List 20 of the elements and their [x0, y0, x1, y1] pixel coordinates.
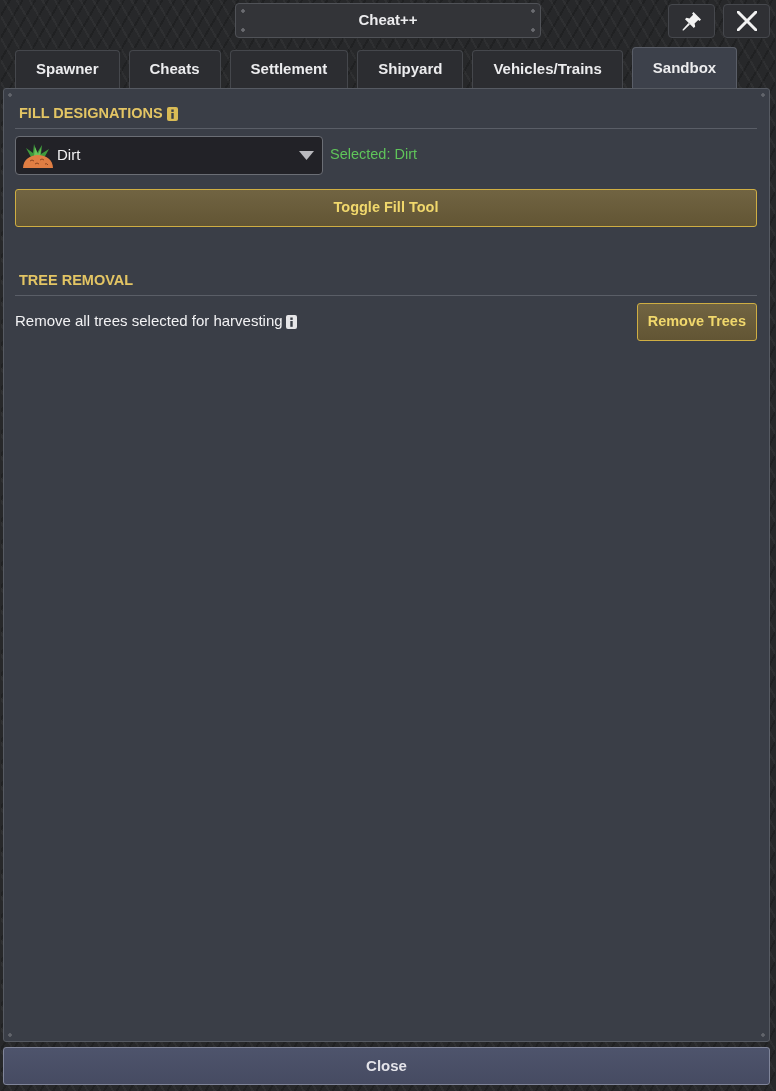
tab[interactable]: Shipyard: [357, 50, 464, 88]
remove-trees-button[interactable]: Remove Trees: [636, 302, 757, 341]
toggle-fill-button[interactable]: Toggle Fill Tool: [15, 188, 757, 227]
caret-icon: [299, 150, 314, 160]
tab[interactable]: Settlement: [229, 50, 349, 88]
section-heading: FILL DESIGNATIONS: [19, 104, 163, 123]
close-button[interactable]: [723, 4, 770, 38]
tab[interactable]: Sandbox: [631, 47, 738, 88]
pin-icon: [681, 11, 702, 31]
material-dropdown[interactable]: Dirt: [15, 135, 323, 175]
tab[interactable]: Cheats: [128, 50, 221, 88]
description-text: Remove all trees selected for harvesting: [15, 311, 283, 332]
close-window-button[interactable]: Close: [3, 1047, 770, 1085]
window-title: Cheat++: [235, 3, 541, 38]
tab[interactable]: Spawner: [15, 50, 120, 88]
tab[interactable]: Vehicles/Trains: [472, 50, 623, 88]
selection-status: Selected: Dirt: [330, 145, 418, 165]
close-icon: [736, 11, 757, 31]
pin-button[interactable]: [668, 4, 715, 38]
section-heading: TREE REMOVAL: [19, 270, 134, 290]
